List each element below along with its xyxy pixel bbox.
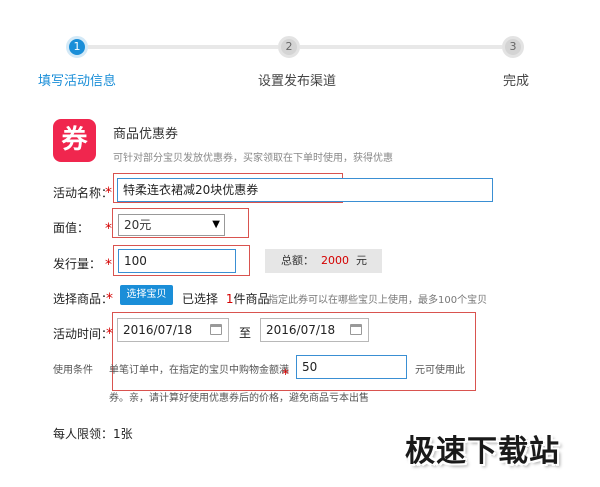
step-1-label: 填写活动信息 <box>38 74 117 89</box>
activity-name-label: 活动名称： <box>53 186 114 200</box>
step-2-label: 设置发布渠道 <box>258 74 337 89</box>
required-marker: * <box>106 291 113 307</box>
step-line-2 <box>300 45 502 49</box>
issue-quantity-input[interactable]: 100 <box>118 249 236 273</box>
coupon-icon: 券 <box>53 119 96 162</box>
coupon-description: 可针对部分宝贝发放优惠券，买家领取在下单时使用，获得优惠 <box>113 153 393 164</box>
issue-quantity-label: 发行量： <box>53 257 102 271</box>
face-value-selected: 20元 <box>124 218 152 232</box>
step-line-1 <box>88 45 278 49</box>
calendar-icon[interactable] <box>350 324 362 335</box>
required-marker: * <box>106 326 113 342</box>
required-marker: * <box>105 221 112 237</box>
start-date-input[interactable]: 2016/07/18 <box>117 318 229 342</box>
selected-goods-hint: 指定此券可以在哪些宝贝上使用，最多100个宝贝 <box>268 295 488 306</box>
coupon-title: 商品优惠券 <box>113 127 179 142</box>
select-goods-label: 选择商品： <box>53 292 114 306</box>
end-date-value: 2016/07/18 <box>266 323 336 337</box>
per-person-label-text: 每人限领： <box>53 427 114 441</box>
per-person-limit-label: 每人限领：1张 <box>53 425 133 442</box>
total-label: 总额： <box>281 254 314 267</box>
step-3-indicator: 3 <box>502 36 524 58</box>
total-unit: 元 <box>356 254 367 267</box>
face-value-label: 面值： <box>53 221 90 235</box>
date-range-separator: 至 <box>239 326 252 340</box>
selected-suffix: 件商品 <box>233 292 270 306</box>
end-date-input[interactable]: 2016/07/18 <box>260 318 369 342</box>
total-value: 2000 <box>321 254 349 267</box>
activity-name-input[interactable]: 特柔连衣裙减20块优惠券 <box>117 178 493 202</box>
start-date-value: 2016/07/18 <box>123 323 193 337</box>
required-marker: * <box>282 367 289 383</box>
step-2-indicator: 2 <box>278 36 300 58</box>
required-marker: * <box>105 185 112 201</box>
usage-condition-text: 单笔订单中，在指定的宝贝中购物金额满 <box>109 365 289 376</box>
step-1-indicator: 1 <box>66 36 88 58</box>
selected-goods-summary: 已选择 1件商品 <box>182 290 270 307</box>
selected-prefix: 已选择 <box>182 292 219 306</box>
face-value-select[interactable]: 20元 ▼ <box>118 214 225 236</box>
usage-condition-note: 券。亲，请计算好使用优惠券后的价格，避免商品亏本出售 <box>109 393 369 404</box>
site-watermark: 极速下载站 <box>405 434 560 469</box>
per-person-limit-value: 1张 <box>113 427 133 441</box>
activity-time-label: 活动时间： <box>53 327 114 341</box>
usage-condition-suffix: 元可使用此 <box>415 365 465 376</box>
total-amount-box: 总额： 2000 元 <box>265 249 382 273</box>
required-marker: * <box>105 257 112 273</box>
step-3-label: 完成 <box>503 74 530 89</box>
select-goods-button[interactable]: 选择宝贝 <box>120 285 173 305</box>
usage-condition-label: 使用条件 <box>53 365 93 376</box>
usage-amount-input[interactable]: 50 <box>296 355 407 379</box>
chevron-down-icon: ▼ <box>212 219 220 230</box>
calendar-icon[interactable] <box>210 324 222 335</box>
